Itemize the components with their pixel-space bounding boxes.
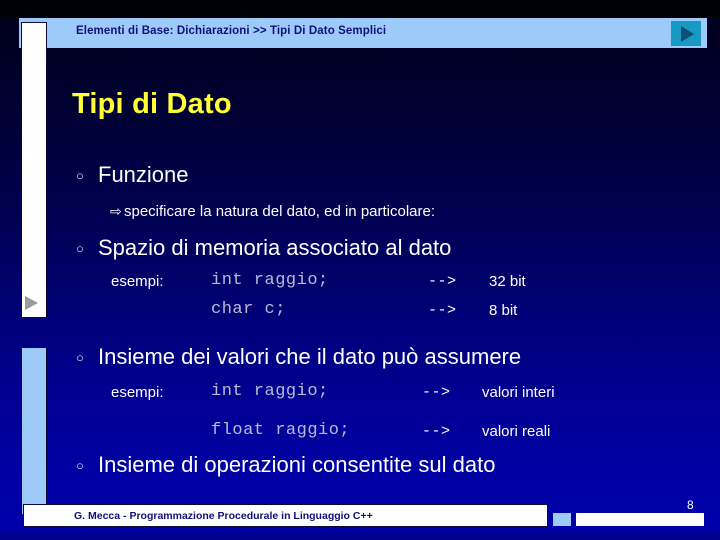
nav-rail-progress[interactable] — [21, 347, 47, 515]
examples2-row2-value: valori reali — [482, 423, 551, 440]
bullet-insieme-valori: ○ Insieme dei valori che il dato può assu… — [76, 344, 521, 370]
bullet-text: Insieme dei valori che il dato può assum… — [98, 344, 522, 369]
examples2-label: esempi: — [111, 384, 164, 401]
slide-canvas: Elementi di Base: Dichiarazioni >> Tipi … — [0, 0, 720, 540]
bullet-spazio-memoria: ○ Spazio di memoria associato al dato — [76, 235, 451, 261]
bullet-circle-icon: ○ — [76, 168, 84, 183]
examples1-row1-code: int raggio; — [211, 271, 329, 290]
examples2-row1-code: int raggio; — [211, 382, 329, 401]
breadcrumb: Elementi di Base: Dichiarazioni >> Tipi … — [76, 25, 387, 37]
bullet-circle-icon: ○ — [76, 241, 84, 256]
examples2-row1-value: valori interi — [482, 384, 555, 401]
footer-credit: G. Mecca - Programmazione Procedurale in… — [74, 510, 373, 522]
nav-rail-play-icon[interactable] — [25, 296, 38, 310]
page-title: Tipi di Dato — [72, 88, 232, 120]
page-number: 8 — [687, 498, 694, 512]
subbullet-text: specificare la natura del dato, ed in pa… — [124, 203, 436, 220]
examples2-row2-code: float raggio; — [211, 421, 351, 440]
bullet-circle-icon: ○ — [76, 458, 84, 473]
examples2-row2-arrow: --> — [422, 423, 451, 440]
bullet-circle-icon: ○ — [76, 350, 84, 365]
examples1-label: esempi: — [111, 273, 164, 290]
examples1-row2-value: 8 bit — [489, 302, 518, 319]
nav-rail-scrollbar[interactable] — [21, 22, 47, 318]
examples1-row1-arrow: --> — [428, 273, 457, 290]
play-triangle-icon — [681, 25, 694, 42]
bottom-strip — [0, 532, 720, 540]
subbullet-specificare: ⇨ specificare la natura del dato, ed in p… — [110, 203, 435, 220]
footer-bar-right — [576, 513, 704, 526]
top-black-strip — [0, 0, 720, 17]
bullet-text: Insieme di operazioni consentite sul dat… — [98, 452, 496, 477]
examples2-row1-arrow: --> — [422, 384, 451, 401]
bullet-funzione: ○ Funzione — [76, 162, 189, 188]
next-slide-button[interactable] — [671, 21, 701, 46]
examples1-row2-code: char c; — [211, 300, 286, 319]
bullet-text: Spazio di memoria associato al dato — [98, 235, 452, 260]
arrow-right-icon: ⇨ — [110, 203, 122, 219]
examples1-row2-arrow: --> — [428, 302, 457, 319]
bullet-insieme-operazioni: ○ Insieme di operazioni consentite sul da… — [76, 452, 495, 478]
bullet-text: Funzione — [98, 162, 189, 187]
footer-separator-square — [553, 513, 571, 526]
examples1-row1-value: 32 bit — [489, 273, 526, 290]
